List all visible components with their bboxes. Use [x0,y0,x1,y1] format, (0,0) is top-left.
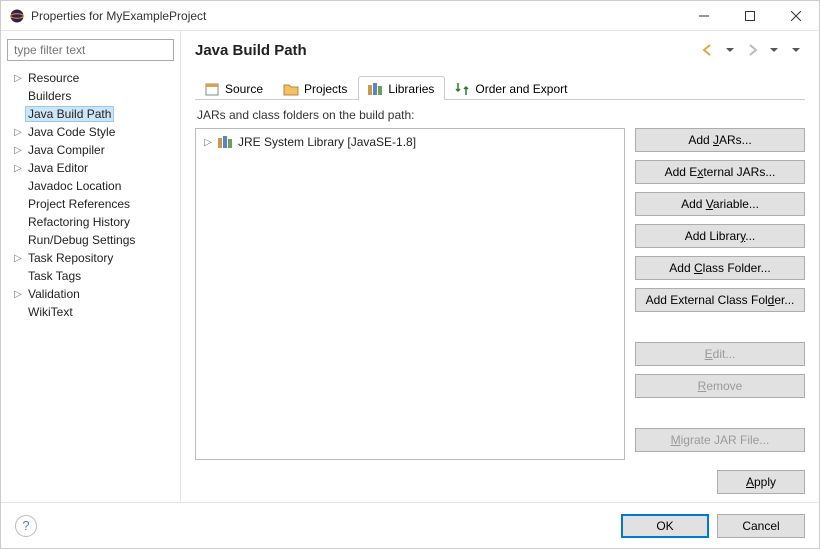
nav-back-menu[interactable] [721,41,739,59]
expand-icon[interactable]: ▷ [202,137,214,148]
ok-button[interactable]: OK [621,514,709,538]
tree-item-label: Run/Debug Settings [25,232,138,248]
eclipse-icon [9,8,25,24]
tree-item-java-build-path[interactable]: ▷Java Build Path [7,105,174,123]
tree-item-label: Task Repository [25,250,116,266]
minimize-button[interactable] [681,1,727,31]
remove-button: Remove [635,374,805,398]
apply-button[interactable]: Apply [717,470,805,494]
tree-item-label: Java Code Style [25,124,118,140]
library-entry-label: JRE System Library [JavaSE-1.8] [238,135,416,149]
tab-label: Order and Export [475,82,567,96]
tree-item-label: Java Build Path [25,106,114,122]
tab-label: Source [225,82,263,96]
tree-item-project-references[interactable]: ▷Project References [7,195,174,213]
tree-item-wikitext[interactable]: ▷WikiText [7,303,174,321]
expand-icon[interactable]: ▷ [11,145,25,156]
tree-item-run-debug-settings[interactable]: ▷Run/Debug Settings [7,231,174,249]
tab-source[interactable]: Source [195,76,274,100]
expand-icon[interactable]: ▷ [11,163,25,174]
tab-bar: Source Projects Libraries Order and Export [195,75,805,100]
expand-icon[interactable]: ▷ [11,289,25,300]
tree-item-task-repository[interactable]: ▷Task Repository [7,249,174,267]
add-jars-button[interactable]: Add JARs... [635,128,805,152]
add-external-jars-button[interactable]: Add External JARs... [635,160,805,184]
sidebar: ▷Resource▷Builders▷Java Build Path▷Java … [1,31,181,502]
edit-button: Edit... [635,342,805,366]
add-external-class-folder-button[interactable]: Add External Class Folder... [635,288,805,312]
cancel-button[interactable]: Cancel [717,514,805,538]
title-bar: Properties for MyExampleProject [1,1,819,31]
tree-item-label: Javadoc Location [25,178,124,194]
tree-item-label: Validation [25,286,83,302]
nav-fwd-button[interactable] [743,41,761,59]
libraries-tree[interactable]: ▷ JRE System Library [JavaSE-1.8] [195,128,625,460]
window-title: Properties for MyExampleProject [31,9,206,23]
page-title: Java Build Path [195,42,699,59]
expand-icon[interactable]: ▷ [11,73,25,84]
tab-label: Libraries [388,82,434,96]
tree-item-label: Resource [25,70,82,86]
add-library-button[interactable]: Add Library... [635,224,805,248]
tree-item-label: WikiText [25,304,76,320]
library-entry[interactable]: ▷ JRE System Library [JavaSE-1.8] [202,135,618,149]
tree-item-java-compiler[interactable]: ▷Java Compiler [7,141,174,159]
property-tree: ▷Resource▷Builders▷Java Build Path▷Java … [7,69,174,321]
main-panel: Java Build Path Source Projects Libraries O… [181,31,819,502]
expand-icon[interactable]: ▷ [11,253,25,264]
tree-item-task-tags[interactable]: ▷Task Tags [7,267,174,285]
add-variable-button[interactable]: Add Variable... [635,192,805,216]
migrate-jar-button: Migrate JAR File... [635,428,805,452]
tree-item-java-code-style[interactable]: ▷Java Code Style [7,123,174,141]
maximize-button[interactable] [727,1,773,31]
tree-item-java-editor[interactable]: ▷Java Editor [7,159,174,177]
nav-back-button[interactable] [699,41,717,59]
button-column: Add JARs... Add External JARs... Add Varia… [635,128,805,460]
tree-item-label: Refactoring History [25,214,133,230]
expand-icon[interactable]: ▷ [11,127,25,138]
tree-item-builders[interactable]: ▷Builders [7,87,174,105]
tree-item-label: Builders [25,88,74,104]
tree-item-label: Java Compiler [25,142,108,158]
tab-projects[interactable]: Projects [274,76,358,100]
add-class-folder-button[interactable]: Add Class Folder... [635,256,805,280]
tree-item-refactoring-history[interactable]: ▷Refactoring History [7,213,174,231]
libraries-description: JARs and class folders on the build path… [197,108,805,122]
tree-item-label: Java Editor [25,160,91,176]
view-menu[interactable] [787,41,805,59]
tab-libraries[interactable]: Libraries [358,76,445,100]
close-button[interactable] [773,1,819,31]
library-icon [218,135,234,149]
tree-item-resource[interactable]: ▷Resource [7,69,174,87]
filter-input[interactable] [7,39,174,61]
dialog-footer: ? OK Cancel [1,502,819,548]
tab-label: Projects [304,82,347,96]
tree-item-label: Project References [25,196,133,212]
tab-order-and-export[interactable]: Order and Export [445,76,578,100]
tree-item-label: Task Tags [25,268,84,284]
help-button[interactable]: ? [15,515,37,537]
tree-item-javadoc-location[interactable]: ▷Javadoc Location [7,177,174,195]
tree-item-validation[interactable]: ▷Validation [7,285,174,303]
nav-fwd-menu[interactable] [765,41,783,59]
